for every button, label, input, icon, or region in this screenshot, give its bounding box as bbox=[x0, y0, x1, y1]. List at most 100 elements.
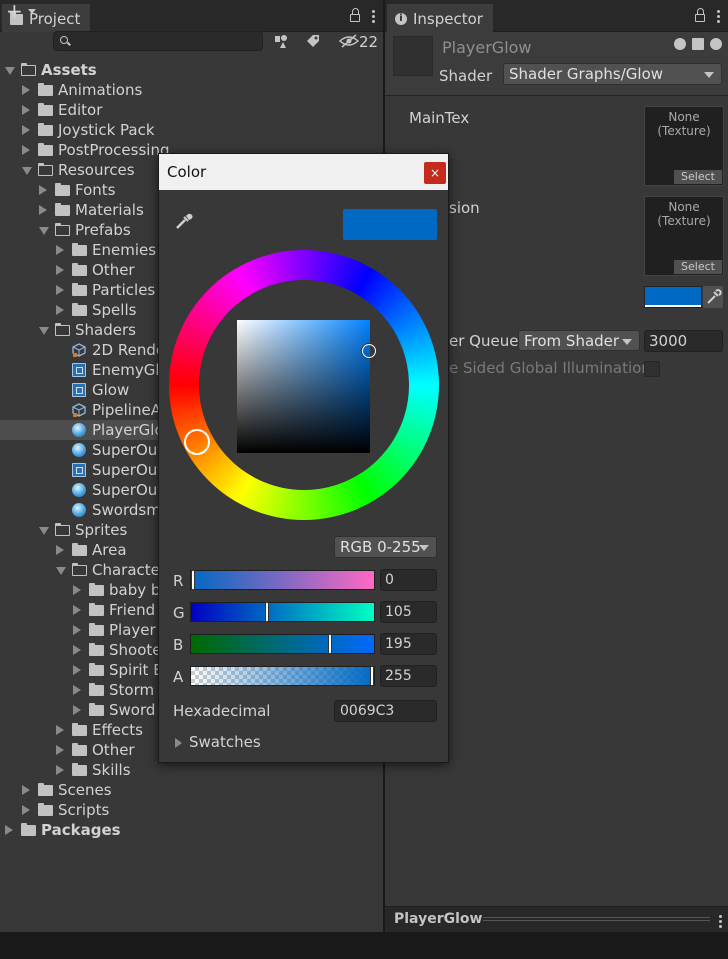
filter-by-type-icon[interactable] bbox=[273, 33, 289, 49]
current-color-preview bbox=[343, 209, 437, 240]
chevron-right-icon[interactable] bbox=[56, 265, 64, 275]
info-icon: i bbox=[395, 13, 407, 25]
lock-icon[interactable] bbox=[695, 8, 705, 22]
chevron-down-icon[interactable] bbox=[39, 227, 49, 235]
close-button[interactable]: × bbox=[424, 162, 446, 184]
lock-icon[interactable] bbox=[350, 8, 360, 22]
chevron-right-icon[interactable] bbox=[5, 825, 13, 835]
tree-folder-item[interactable]: Packages bbox=[0, 820, 383, 840]
help-icon[interactable] bbox=[674, 38, 686, 50]
tree-item-label: EnemyGl bbox=[92, 361, 160, 379]
chevron-right-icon[interactable] bbox=[22, 125, 30, 135]
r-slider-handle[interactable] bbox=[191, 570, 195, 590]
g-slider[interactable] bbox=[190, 602, 375, 622]
chevron-right-icon[interactable] bbox=[22, 785, 30, 795]
eyedropper-button[interactable] bbox=[703, 286, 723, 308]
a-value-field[interactable]: 255 bbox=[380, 665, 437, 687]
saturation-value-square[interactable] bbox=[237, 320, 370, 453]
filter-by-label-icon[interactable] bbox=[305, 33, 321, 49]
chevron-right-icon[interactable] bbox=[56, 245, 64, 255]
material-icon bbox=[72, 443, 86, 457]
r-label: R bbox=[173, 572, 184, 590]
material-icon bbox=[72, 423, 86, 437]
double-sided-gi-checkbox[interactable] bbox=[644, 361, 660, 377]
a-slider[interactable] bbox=[190, 666, 375, 686]
color-picker-titlebar[interactable]: Color × bbox=[159, 154, 448, 190]
kebab-menu-icon[interactable] bbox=[719, 915, 722, 928]
r-value-field[interactable]: 0 bbox=[380, 569, 437, 591]
chevron-right-icon[interactable] bbox=[73, 585, 81, 595]
b-slider-handle[interactable] bbox=[327, 634, 332, 654]
chevron-down-icon[interactable] bbox=[56, 567, 66, 575]
maintex-slot[interactable]: None (Texture) Select bbox=[644, 106, 724, 186]
chevron-right-icon[interactable] bbox=[56, 285, 64, 295]
r-slider[interactable] bbox=[190, 570, 375, 590]
chevron-right-icon[interactable] bbox=[56, 765, 64, 775]
chevron-down-icon[interactable] bbox=[39, 527, 49, 535]
tree-item-label: Assets bbox=[41, 61, 97, 79]
eyedropper-icon[interactable] bbox=[173, 210, 195, 232]
project-search-input[interactable] bbox=[53, 31, 263, 51]
render-queue-value[interactable]: 3000 bbox=[644, 330, 723, 352]
saturation-value-handle[interactable] bbox=[362, 344, 376, 358]
tree-folder-item[interactable]: Joystick Pack bbox=[0, 120, 383, 140]
chevron-right-icon[interactable] bbox=[56, 545, 64, 555]
chevron-down-icon[interactable] bbox=[5, 67, 15, 75]
tree-folder-item[interactable]: Scripts bbox=[0, 800, 383, 820]
tree-folder-item[interactable]: Assets bbox=[0, 60, 383, 80]
preview-drag-handle[interactable] bbox=[483, 917, 710, 921]
tree-folder-item[interactable]: Animations bbox=[0, 80, 383, 100]
presets-icon[interactable] bbox=[692, 38, 704, 50]
tree-folder-item[interactable]: Editor bbox=[0, 100, 383, 120]
gear-icon[interactable] bbox=[710, 38, 722, 50]
project-tab-controls bbox=[350, 8, 375, 23]
emission-slot[interactable]: None (Texture) Select bbox=[644, 196, 724, 276]
hex-value-field[interactable]: 0069C3 bbox=[334, 700, 437, 722]
chevron-down-icon[interactable] bbox=[22, 167, 32, 175]
a-slider-handle[interactable] bbox=[370, 666, 374, 686]
chevron-right-icon[interactable] bbox=[22, 85, 30, 95]
chevron-right-icon[interactable] bbox=[56, 745, 64, 755]
color-mode-dropdown[interactable]: RGB 0-255 bbox=[334, 536, 437, 558]
tree-folder-item[interactable]: Skills bbox=[0, 760, 383, 780]
shader-icon bbox=[72, 363, 86, 377]
chevron-right-icon[interactable] bbox=[73, 625, 81, 635]
chevron-right-icon[interactable] bbox=[73, 645, 81, 655]
chevron-right-icon[interactable] bbox=[73, 705, 81, 715]
g-slider-handle[interactable] bbox=[264, 602, 269, 622]
hidden-packages-eye-icon[interactable] bbox=[339, 33, 359, 49]
chevron-down-icon[interactable] bbox=[39, 327, 49, 335]
b-value-field[interactable]: 195 bbox=[380, 633, 437, 655]
swatches-foldout[interactable]: Swatches bbox=[173, 733, 261, 751]
render-queue-dropdown[interactable]: From Shader bbox=[518, 330, 640, 351]
chevron-right-icon[interactable] bbox=[73, 665, 81, 675]
chevron-right-icon[interactable] bbox=[73, 685, 81, 695]
kebab-menu-icon[interactable] bbox=[717, 10, 720, 23]
chevron-right-icon[interactable] bbox=[56, 725, 64, 735]
folder-icon bbox=[89, 583, 104, 596]
chevron-right-icon[interactable] bbox=[73, 605, 81, 615]
chevron-right-icon[interactable] bbox=[22, 805, 30, 815]
folder-icon bbox=[72, 263, 87, 276]
chevron-right-icon[interactable] bbox=[39, 205, 47, 215]
create-dropdown-caret-icon[interactable] bbox=[28, 9, 36, 14]
glow-color-swatch[interactable] bbox=[644, 286, 702, 308]
g-value-field[interactable]: 105 bbox=[380, 601, 437, 623]
emission-select-button[interactable]: Select bbox=[674, 260, 722, 274]
hue-handle[interactable] bbox=[184, 429, 210, 455]
chevron-right-icon[interactable] bbox=[39, 185, 47, 195]
b-slider[interactable] bbox=[190, 634, 375, 654]
chevron-right-icon[interactable] bbox=[56, 305, 64, 315]
chevron-right-icon[interactable] bbox=[22, 145, 30, 155]
create-plus-icon[interactable]: + bbox=[6, 0, 23, 23]
folder-icon bbox=[72, 543, 87, 556]
tree-folder-item[interactable]: Scenes bbox=[0, 780, 383, 800]
chevron-right-icon[interactable] bbox=[22, 105, 30, 115]
tree-item-label: Swordsm bbox=[92, 501, 161, 519]
folder-open-icon bbox=[20, 63, 36, 76]
tab-inspector[interactable]: i Inspector bbox=[387, 4, 493, 32]
shader-dropdown[interactable]: Shader Graphs/Glow bbox=[503, 63, 722, 85]
tree-item-label: SuperOut bbox=[92, 481, 164, 499]
maintex-select-button[interactable]: Select bbox=[674, 170, 722, 184]
kebab-menu-icon[interactable] bbox=[372, 10, 375, 23]
